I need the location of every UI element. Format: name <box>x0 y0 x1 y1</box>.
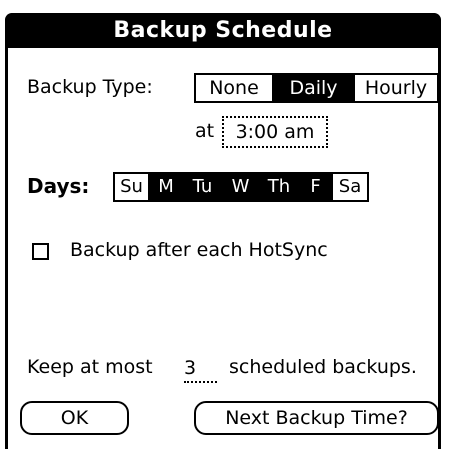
day-tu[interactable]: Tu <box>182 172 223 202</box>
backup-count-field[interactable]: 3 <box>184 355 217 383</box>
day-m[interactable]: M <box>148 172 184 202</box>
dialog-title: Backup Schedule <box>113 18 333 43</box>
backup-type-daily[interactable]: Daily <box>272 73 355 103</box>
hotsync-label[interactable]: Backup after each HotSync <box>70 239 328 261</box>
ok-button[interactable]: OK <box>20 401 129 435</box>
backup-type-hourly[interactable]: Hourly <box>353 73 439 103</box>
time-picker[interactable]: 3:00 am <box>222 116 328 148</box>
backup-type-none[interactable]: None <box>194 73 274 103</box>
days-label: Days: <box>27 174 90 198</box>
day-su[interactable]: Su <box>113 172 150 202</box>
next-backup-time-button[interactable]: Next Backup Time? <box>194 401 439 435</box>
day-sa[interactable]: Sa <box>331 172 369 202</box>
keep-suffix-label: scheduled backups. <box>229 356 417 378</box>
hotsync-checkbox[interactable] <box>32 243 49 260</box>
backup-type-label: Backup Type: <box>27 76 153 98</box>
day-w[interactable]: W <box>221 172 260 202</box>
time-prefix-label: at <box>195 120 215 142</box>
keep-prefix-label: Keep at most <box>27 356 153 378</box>
day-f[interactable]: F <box>298 172 333 202</box>
day-th[interactable]: Th <box>258 172 300 202</box>
